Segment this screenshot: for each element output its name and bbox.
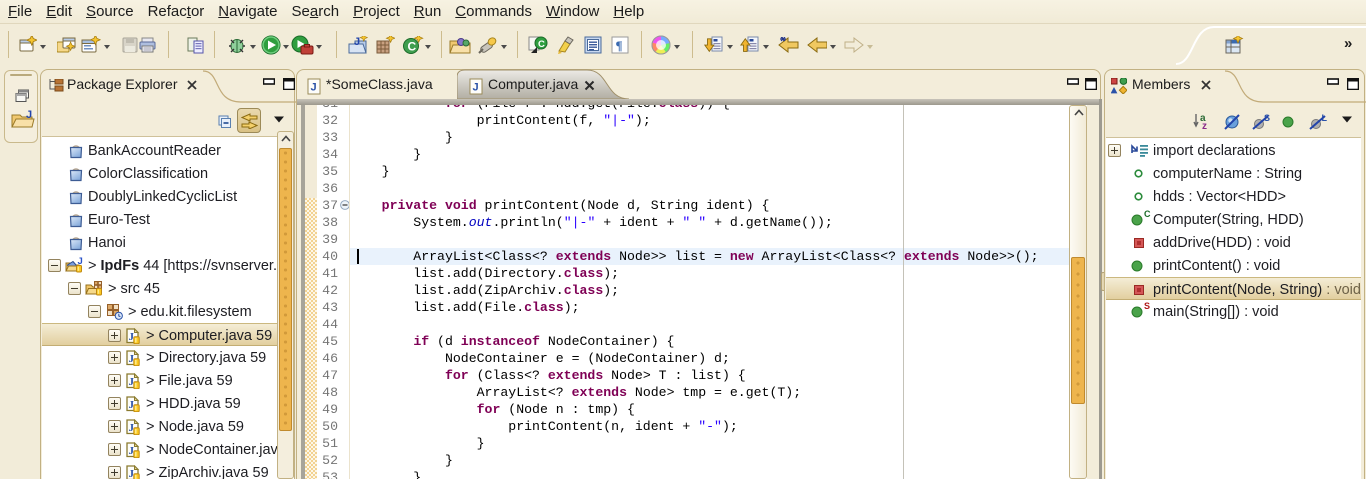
- svg-text:C: C: [538, 39, 545, 50]
- svg-text:J: J: [354, 36, 360, 48]
- svg-text:z: z: [1202, 121, 1207, 130]
- svg-text:C: C: [408, 40, 417, 54]
- svg-text:¶: ¶: [616, 38, 623, 53]
- svg-text:J: J: [311, 82, 317, 94]
- svg-text:J: J: [473, 82, 479, 94]
- svg-text:J: J: [26, 109, 32, 121]
